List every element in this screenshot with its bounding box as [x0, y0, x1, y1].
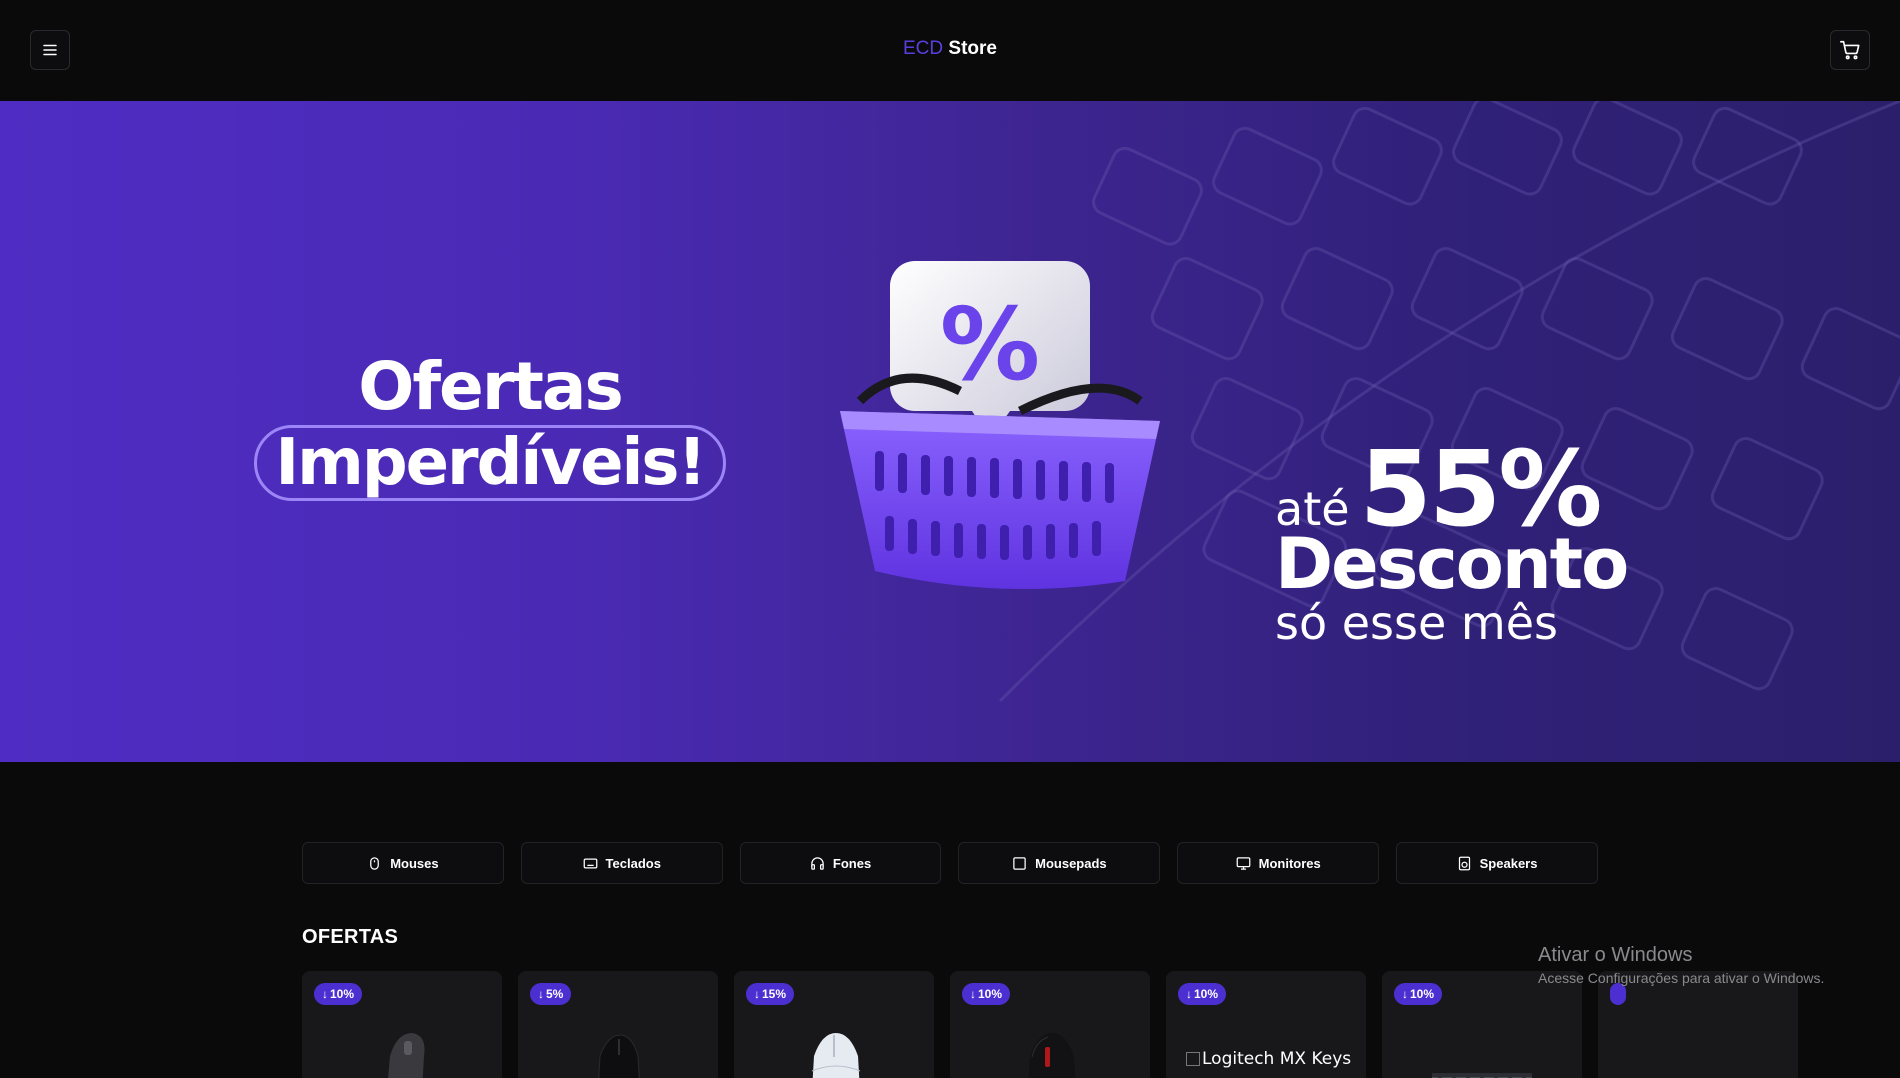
square-icon — [1013, 856, 1026, 870]
category-fones[interactable]: Fones — [739, 842, 942, 884]
discount-badge: ↓ 10% — [1178, 983, 1227, 1005]
monitor-icon — [1236, 856, 1251, 870]
discount-value: 10% — [1194, 987, 1219, 1001]
broken-product-image: Logitech MX Keys — [1186, 1049, 1351, 1069]
product-card[interactable]: ↓ 5% — [518, 971, 718, 1078]
discount-badge: ↓ 5% — [530, 983, 572, 1005]
mouse-icon — [370, 856, 380, 870]
product-card[interactable]: ↓ 15% — [734, 971, 934, 1078]
hero-headline: Ofertas Imperdíveis! — [250, 351, 730, 501]
hero-discount-block: até 55% Desconto só esse mês — [1275, 437, 1695, 650]
mouse-product-image — [598, 1034, 640, 1078]
product-card[interactable]: ↓ 10% — [1382, 971, 1582, 1078]
brand-name: Store — [948, 38, 997, 59]
discount-value: 10% — [330, 987, 355, 1001]
category-label: Mouses — [390, 855, 439, 871]
keyboard-icon — [583, 858, 597, 868]
hero-desconto-text: Desconto — [1275, 523, 1629, 605]
arrow-down-icon: ↓ — [1186, 987, 1192, 1001]
cart-button[interactable] — [1830, 30, 1870, 70]
category-speakers[interactable]: Speakers — [1396, 842, 1598, 884]
shopping-basket-percent-icon: % — [840, 261, 1160, 589]
speaker-icon — [1458, 856, 1470, 870]
discount-value: 10% — [1410, 987, 1435, 1001]
category-monitores[interactable]: Monitores — [1177, 842, 1380, 884]
brand-accent: ECD — [903, 38, 944, 59]
product-card[interactable]: ↓ 10% — [950, 971, 1150, 1078]
keyboard-product-image — [1432, 1073, 1532, 1078]
windows-activation-watermark: Ativar o Windows Acesse Configurações pa… — [1538, 944, 1824, 986]
watermark-title: Ativar o Windows — [1538, 944, 1693, 966]
category-label: Speakers — [1479, 855, 1538, 871]
section-title-ofertas: OFERTAS — [302, 926, 399, 948]
category-label: Teclados — [605, 855, 661, 871]
arrow-down-icon: ↓ — [754, 987, 760, 1001]
product-card-partial[interactable] — [1598, 971, 1798, 1078]
store-logo[interactable]: ECD Store — [0, 38, 1900, 60]
discount-badge: ↓ 10% — [1394, 983, 1443, 1005]
discount-badge: ↓ 10% — [962, 983, 1011, 1005]
mouse-product-image — [811, 1033, 861, 1078]
category-bar: Mouses Teclados Fones Mousepads Monitore… — [302, 842, 1598, 884]
category-teclados[interactable]: Teclados — [520, 842, 723, 884]
shopping-cart-icon — [1840, 40, 1860, 60]
site-header: ECD Store — [0, 0, 1900, 101]
category-mousepads[interactable]: Mousepads — [958, 842, 1161, 884]
hero-so-esse-mes-text: só esse mês — [1275, 596, 1558, 650]
mouse-product-image — [388, 1033, 425, 1078]
discount-badge: ↓ 15% — [746, 983, 795, 1005]
product-card[interactable]: ↓ 10% — [302, 971, 502, 1078]
arrow-down-icon: ↓ — [538, 987, 544, 1001]
discount-value: 5% — [546, 987, 564, 1001]
category-label: Mousepads — [1035, 855, 1107, 871]
mouse-product-image — [1028, 1033, 1076, 1078]
category-label: Monitores — [1258, 855, 1321, 871]
discount-badge: ↓ 10% — [314, 983, 363, 1005]
product-card[interactable]: ↓ 10% Logitech MX Keys — [1166, 971, 1366, 1078]
category-label: Fones — [832, 855, 872, 871]
discount-value: 10% — [978, 987, 1003, 1001]
arrow-down-icon: ↓ — [322, 987, 328, 1001]
arrow-down-icon: ↓ — [1402, 987, 1408, 1001]
headphones-icon — [811, 856, 824, 870]
arrow-down-icon: ↓ — [970, 987, 976, 1001]
image-alt-text: Logitech MX Keys — [1202, 1049, 1352, 1069]
discount-value: 15% — [762, 987, 787, 1001]
offers-carousel: ↓ 10% ↓ 5% ↓ 15% ↓ 10% ↓ 10% Logitech MX Keys… — [302, 971, 1900, 1078]
hero-banner[interactable]: Ofertas Imperdíveis! % até 55% Desconto … — [0, 101, 1900, 762]
hero-ofertas-text: Ofertas — [358, 348, 624, 425]
discount-badge — [1610, 983, 1626, 1005]
broken-image-icon — [1186, 1052, 1200, 1066]
hero-imperdiveis-pill: Imperdíveis! — [254, 425, 726, 501]
watermark-subtitle: Acesse Configurações para ativar o Windo… — [1538, 970, 1825, 986]
category-mouses[interactable]: Mouses — [302, 842, 504, 884]
